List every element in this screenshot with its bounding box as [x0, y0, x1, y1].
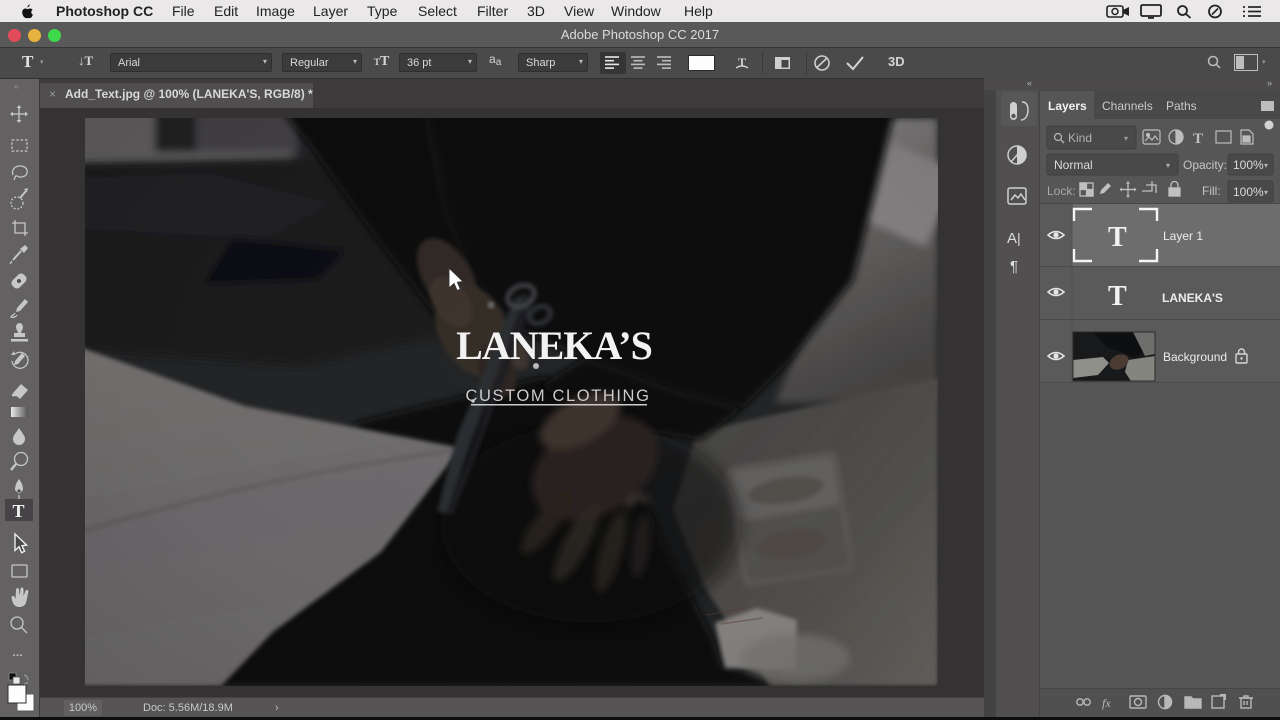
svg-text:▾: ▾ — [1124, 134, 1128, 143]
svg-text:Kind: Kind — [1068, 131, 1092, 145]
svg-text:Channels: Channels — [1102, 99, 1153, 113]
svg-text:…: … — [12, 647, 23, 659]
svg-text:T: T — [1108, 281, 1127, 312]
svg-text:Normal: Normal — [1054, 158, 1093, 172]
svg-text:100%: 100% — [1233, 158, 1264, 172]
svg-text:CUSTOM CLOTHING: CUSTOM CLOTHING — [465, 387, 650, 405]
svg-text:▾: ▾ — [1264, 161, 1268, 170]
svg-text:T: T — [1108, 222, 1127, 253]
svg-text:Paths: Paths — [1166, 99, 1197, 113]
svg-text:Layer 1: Layer 1 — [1163, 229, 1203, 243]
svg-text:100%: 100% — [1233, 185, 1264, 199]
svg-text:T: T — [1193, 131, 1203, 147]
svg-text:Opacity:: Opacity: — [1183, 158, 1227, 172]
svg-text:LANEKA'S: LANEKA'S — [1162, 291, 1223, 305]
svg-text:fx: fx — [1102, 696, 1111, 710]
svg-text:Background: Background — [1163, 350, 1227, 364]
svg-text:Lock:: Lock: — [1047, 184, 1076, 198]
svg-text:A|: A| — [1007, 230, 1021, 247]
svg-text:▾: ▾ — [1264, 188, 1268, 197]
svg-text:T: T — [13, 501, 25, 521]
svg-text:LANEKA’S: LANEKA’S — [456, 323, 652, 368]
svg-text:¶: ¶ — [1010, 258, 1018, 275]
svg-text:Layers: Layers — [1048, 99, 1087, 113]
svg-text:▾: ▾ — [1166, 161, 1170, 170]
svg-text:Fill:: Fill: — [1202, 184, 1221, 198]
svg-text:T: T — [738, 55, 746, 69]
svg-text:»: » — [14, 82, 19, 91]
